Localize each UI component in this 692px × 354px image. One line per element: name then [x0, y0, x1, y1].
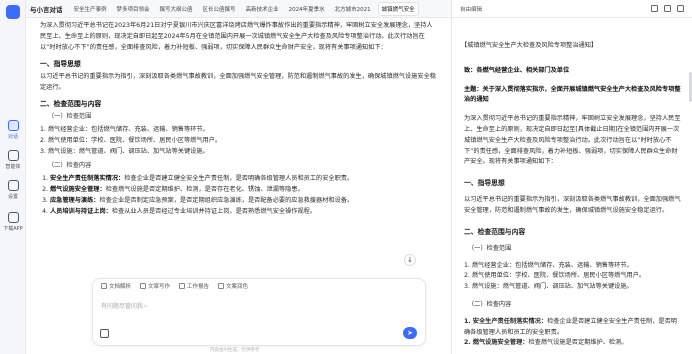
chip-label: 文章写作 [148, 284, 171, 290]
message-input[interactable]: 有问题尽管问我~ [101, 301, 148, 310]
chip-doc-parse[interactable]: 文档解析 [101, 282, 131, 290]
chip-label: 工作报告 [187, 284, 210, 290]
document-panel: 自由编辑 【城镇燃气安全生产大检查及风险专项整治通知】 致：各燃气经营企业、相关… [451, 0, 692, 354]
scroll-down-button[interactable]: ↓ [404, 254, 416, 266]
pen-icon [140, 283, 147, 289]
close-icon[interactable] [677, 5, 684, 12]
doc-recipient: 致：各燃气经营企业、相关部门及单位 [464, 66, 570, 74]
tab-item[interactable]: 2024年夏季水 [286, 3, 328, 15]
app-window: 对话 智能体 设置 下载APP 与小言对话 安全生产事例 梦多项目领会 撰写大纲… [0, 0, 692, 354]
subsection-title: （一）检查范围 [48, 113, 92, 120]
subsection-title: （二）检查内容 [48, 162, 92, 169]
tab-item[interactable]: 区长公函撰写 [200, 3, 239, 15]
rail-label-download: 下载APP [3, 226, 23, 232]
check-item-head: 应急管理与演练： [50, 197, 100, 204]
check-item-text: 检查从业人员是否经过专业培训并持证上岗，是否熟悉燃气安全操作规程。 [111, 208, 317, 215]
doc-subsection-title: （二）检查内容 [468, 300, 512, 308]
tab-item[interactable]: 梦多项目领会 [114, 3, 153, 15]
doc-subject: 主题：关于深入贯彻落实指示，全面开展城镇燃气安全生产大检查及风险专项整治的通知 [464, 85, 681, 104]
tab-item-active[interactable]: 城镇燃气安全 [377, 1, 419, 16]
rail-item-download[interactable]: 下载APP [0, 212, 26, 232]
gear-icon [7, 180, 19, 191]
download-icon [7, 212, 19, 223]
rail-item-agent[interactable]: 智能体 [0, 150, 26, 170]
doc-check-text: 检查燃气设施是否定期维护、检测。 [528, 339, 628, 347]
tab-item[interactable]: 北方城市2021 [332, 3, 374, 15]
doc-section-title: 一、指导思想 [464, 179, 505, 188]
attach-icon[interactable] [100, 329, 109, 338]
chip-report[interactable]: 工作报告 [179, 282, 209, 290]
check-item-text: 检查燃气设施是否定期维护、检测，是否存在老化、锈蚀、泄漏等隐患。 [105, 186, 304, 193]
doc-scope-item: 3. 燃气设施：燃气管道、阀门、调压站、加气站等关键设施。 [464, 283, 633, 291]
doc-header: 自由编辑 [452, 0, 692, 18]
agent-icon [7, 150, 19, 161]
check-item: 安全生产责任制落实情况：检查企业是否建立健全安全生产责任制，是否明确各级管理人员… [50, 173, 437, 184]
report-icon [179, 283, 186, 289]
section-title: 一、指导思想 [40, 60, 81, 68]
chip-label: 文案润色 [226, 284, 249, 290]
check-item-text: 检查企业是否建立健全安全生产责任制，是否明确各级管理人员和员工的安全职责。 [124, 175, 354, 182]
rail-item-chat[interactable]: 对话 [0, 120, 26, 140]
export-icon[interactable] [664, 5, 671, 12]
tab-item[interactable]: 安全生产事例 [71, 3, 110, 15]
doc-header-label: 自由编辑 [460, 6, 483, 13]
rail-item-settings[interactable]: 设置 [0, 180, 26, 200]
chip-article[interactable]: 文章写作 [140, 282, 170, 290]
doc-intro: 为深入贯彻习近平总书记的重要指示精神，牢固树立安全发展理念，坚持人民至上、生命至… [464, 115, 681, 166]
doc-check-item: 2. 燃气设施安全管理：检查燃气设施是否定期维护、检测。 [464, 338, 682, 349]
left-rail: 对话 智能体 设置 下载APP [0, 0, 26, 354]
check-item-head: 安全生产责任制落实情况： [50, 175, 125, 182]
copy-icon[interactable] [651, 5, 658, 12]
doc-scope-item: 1. 燃气经营企业：包括燃气储存、充装、运输、销售等环节。 [464, 261, 633, 269]
scope-item: 2. 燃气使用单位：学校、医院、餐饮场所、居民小区等燃气用户。 [40, 137, 222, 144]
tab-item[interactable]: 高新技术企业 [243, 3, 282, 15]
doc-check-head: 1. 安全生产责任制落实情况： [464, 317, 548, 325]
check-item-head: 人员培训与持证上岗： [50, 208, 112, 215]
check-item-text: 检查企业是否制定应急预案，是否定期组织应急演练，是否配备必要的应急救援器材和设备… [99, 197, 354, 204]
scope-item: 3. 燃气设施：燃气管道、阀门、调压站、加气站等关键设施。 [40, 148, 209, 155]
brand-title[interactable]: 与小言对话 [30, 4, 63, 14]
chip-polish[interactable]: 文案润色 [218, 282, 248, 290]
section-text: 以习近平总书记的重要指示为指引，深刻汲取各类燃气事故教训，全面加强燃气安全管理，… [40, 73, 436, 91]
section-title: 二、检查范围与内容 [40, 100, 102, 108]
rail-label-agent: 智能体 [5, 164, 21, 170]
doc-section-title: 二、检查范围与内容 [464, 227, 526, 236]
chip-label: 文档解析 [109, 284, 132, 290]
scope-item: 1. 燃气经营企业：包括燃气储存、充装、运输、销售等环节。 [40, 126, 209, 133]
check-item-head: 燃气设施安全管理： [50, 186, 106, 193]
quick-chips: 文档解析 文章写作 工作报告 文案润色 [101, 282, 248, 290]
app-logo [6, 5, 20, 19]
doc-check-item: 1. 安全生产责任制落实情况：检查企业是否建立健全安全生产责任制，是否明确各级管… [464, 317, 682, 339]
tab-bar: 与小言对话 安全生产事例 梦多项目领会 撰写大纲公函 区长公函撰写 高新技术企业… [26, 0, 451, 18]
chat-icon [7, 120, 19, 131]
doc-subsection-title: （一）检查范围 [468, 244, 512, 252]
doc-section-text: 以习近平总书记的重要指示为指引，深刻汲取各类燃气事故教训，全面加强燃气安全管理，… [464, 196, 681, 214]
doc-icon [101, 283, 107, 289]
send-button[interactable]: ➤ [403, 327, 417, 339]
disclaimer: 内容由AI生成，仅供参考 [210, 348, 260, 353]
check-item: 燃气设施安全管理：检查燃气设施是否定期维护、检测，是否存在老化、锈蚀、泄漏等隐患… [50, 184, 437, 195]
doc-scope-item: 2. 燃气使用单位：学校、医院、餐饮场所、居民小区等燃气用户。 [464, 272, 646, 280]
tab-item[interactable]: 撰写大纲公函 [157, 3, 196, 15]
intro-paragraph: 为深入贯彻习近平总书记在2023年6月21日对宁夏银川市兴庆区富洋烧烤店燃气爆炸… [40, 22, 433, 51]
doc-check-head: 2. 燃气设施安全管理： [464, 339, 529, 347]
rail-label-chat: 对话 [7, 134, 18, 140]
check-item: 应急管理与演练：检查企业是否制定应急预案，是否定期组织应急演练，是否配备必要的应… [50, 195, 437, 206]
rail-label-settings: 设置 [7, 194, 18, 200]
doc-body[interactable]: 【城镇燃气安全生产大检查及风险专项整治通知】 致：各燃气经营企业、相关部门及单位… [452, 18, 692, 349]
check-item: 人员培训与持证上岗：检查从业人员是否经过专业培训并持证上岗，是否熟悉燃气安全操作… [50, 206, 437, 217]
chat-composer: 文档解析 文章写作 工作报告 文案润色 有问题尽管问我~ ➤ [92, 278, 426, 346]
doc-title: 【城镇燃气安全生产大检查及风险专项整治通知】 [461, 42, 598, 49]
sparkle-icon [218, 283, 225, 289]
